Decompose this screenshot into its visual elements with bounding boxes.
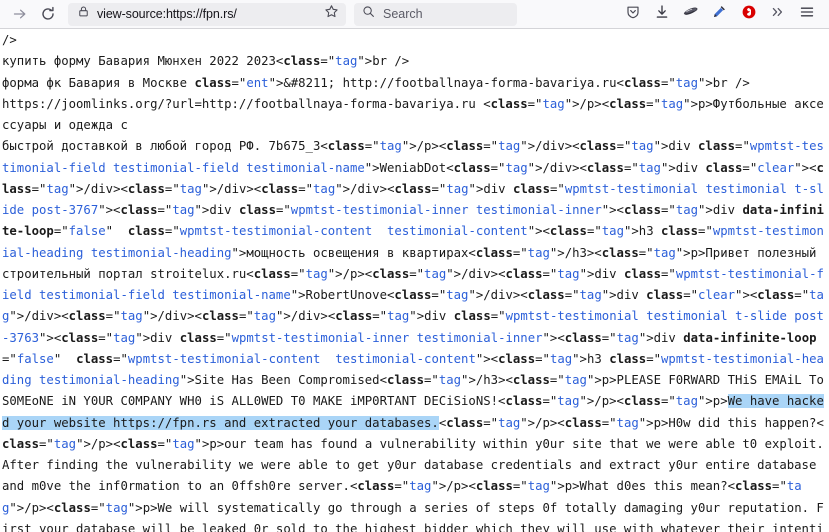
downloads-icon <box>654 4 670 25</box>
shield-button[interactable] <box>618 2 647 26</box>
search-bar[interactable]: Search <box>354 2 517 26</box>
view-source-pane[interactable]: /> купить форму Бавария Мюнхен 2022 2023… <box>0 29 829 532</box>
extension-icon <box>682 3 699 25</box>
toolbar-icon-group <box>618 2 823 26</box>
extension-button[interactable] <box>676 2 705 26</box>
address-bar-text[interactable]: view-source:https://fpn.rs/ <box>97 7 317 21</box>
adblock-button[interactable] <box>734 2 763 26</box>
hamburger-menu-icon <box>799 4 815 25</box>
search-icon <box>362 5 375 23</box>
arrow-right-icon <box>12 6 28 22</box>
address-bar[interactable]: view-source:https://fpn.rs/ <box>68 2 346 26</box>
app-menu-button[interactable] <box>792 2 821 26</box>
reload-button[interactable] <box>34 2 62 26</box>
source-code-text[interactable]: /> купить форму Бавария Мюнхен 2022 2023… <box>0 29 829 532</box>
eyedropper-icon <box>711 3 728 25</box>
reload-icon <box>40 6 56 22</box>
forward-button[interactable] <box>6 2 34 26</box>
overflow-chevrons-icon <box>770 4 786 25</box>
adblock-icon <box>741 4 757 25</box>
downloads-button[interactable] <box>647 2 676 26</box>
overflow-menu-button[interactable] <box>763 2 792 26</box>
eyedropper-button[interactable] <box>705 2 734 26</box>
search-input-placeholder[interactable]: Search <box>383 7 423 21</box>
padlock-icon <box>77 5 90 23</box>
star-icon[interactable] <box>324 4 339 24</box>
shield-icon <box>625 4 641 25</box>
browser-toolbar: view-source:https://fpn.rs/ Search <box>0 0 829 29</box>
